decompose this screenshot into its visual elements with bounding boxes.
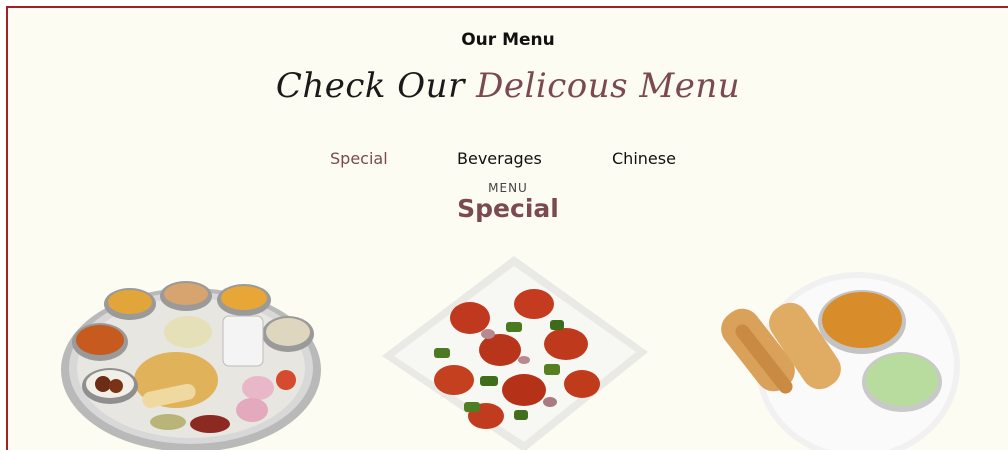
section-heading: Check Our Delicous Menu [8,66,1008,106]
heading-accent: Delicous Menu [476,66,741,106]
menu-section: Our Menu Check Our Delicous Menu Special… [6,6,1008,450]
section-label: Our Menu [461,30,555,50]
tab-special[interactable]: Special [330,149,388,168]
menu-title: Special [457,194,559,223]
heading-plain: Check Our [275,66,465,106]
menu-kicker: MENU [488,181,528,195]
dosa-plate-image[interactable] [708,270,962,450]
menu-tabs: Special Beverages Chinese [8,149,1008,171]
chilli-chicken-image[interactable] [374,252,654,450]
tab-chinese[interactable]: Chinese [612,149,676,168]
thali-plate-image[interactable] [58,276,324,450]
tab-beverages[interactable]: Beverages [457,149,542,168]
